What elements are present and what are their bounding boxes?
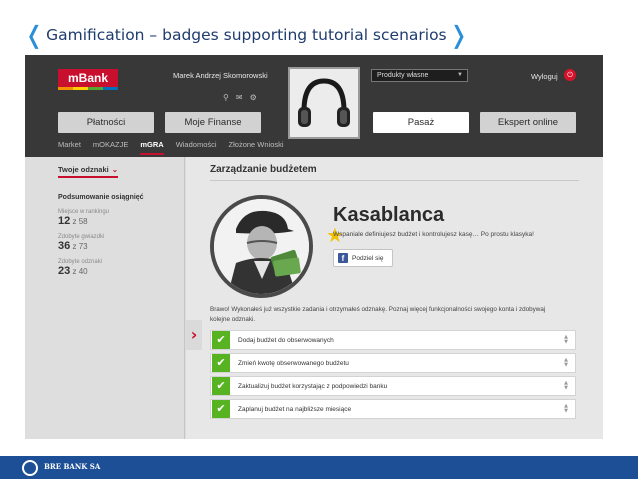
top-bar: mBank Marek Andrzej Skomorowski ⚲ ✉ ⚙ Pr… xyxy=(25,55,603,157)
stat-value: 23 xyxy=(58,265,71,277)
sidebar-header-label: Twoje odznaki xyxy=(58,165,109,174)
header-mini-icons: ⚲ ✉ ⚙ xyxy=(223,93,257,102)
nav-button-moje-finanse[interactable]: Moje Finanse xyxy=(165,112,261,133)
footer-text: BRE BANK SA xyxy=(44,462,101,471)
checkmark-icon: ✔ xyxy=(212,354,230,372)
expand-arrows-icon[interactable]: ▲ ▼ xyxy=(561,358,571,368)
subnav-item-wiadomosci[interactable]: Wiadomości xyxy=(176,140,217,155)
bre-bank-logo-icon xyxy=(22,460,38,476)
products-select[interactable]: Produkty własne ▼ xyxy=(371,69,468,82)
summary-title: Podsumowanie osiągnięć xyxy=(58,194,144,201)
task-item[interactable]: ✔ Zmień kwotę obserwowanego budżetu ▲ ▼ xyxy=(210,353,576,373)
share-label: Podziel się xyxy=(352,254,384,262)
stat-value: 12 xyxy=(58,215,71,227)
expand-arrows-icon[interactable]: ▲ ▼ xyxy=(561,404,571,414)
username: Marek Andrzej Skomorowski xyxy=(173,71,268,80)
task-item[interactable]: ✔ Zaktualizuj budżet korzystając z podpo… xyxy=(210,376,576,396)
title-divider xyxy=(210,180,579,181)
checkmark-icon: ✔ xyxy=(212,331,230,349)
slide: ❬ Gamification – badges supporting tutor… xyxy=(0,0,638,479)
expand-arrows-icon[interactable]: ▲ ▼ xyxy=(561,381,571,391)
right-bracket-icon: ❭ xyxy=(448,21,469,49)
avatar xyxy=(288,67,360,139)
stat-suffix: z 40 xyxy=(72,267,88,276)
stat-suffix: z 58 xyxy=(72,217,88,226)
sub-navigation: Market mOKAZJE mGRA Wiadomości Złożone W… xyxy=(58,140,284,155)
nav-button-platnosci[interactable]: Płatności xyxy=(58,112,154,133)
badge-description: Wspaniale definiujesz budżet i kontroluj… xyxy=(333,231,534,238)
share-button[interactable]: f Podziel się xyxy=(333,249,393,267)
logo-text: mBank xyxy=(67,71,108,85)
power-icon[interactable]: ⏻ xyxy=(564,69,576,81)
subnav-item-mokazje[interactable]: mOKAZJE xyxy=(93,140,128,155)
task-label: Zaktualizuj budżet korzystając z podpowi… xyxy=(238,382,388,390)
subnav-item-mgra[interactable]: mGRA xyxy=(140,140,164,155)
stat-ranking: Miejsce w rankingu 12 z 58 xyxy=(58,209,109,227)
main-content: Zarządzanie budżetem ★ Kasablanca Wspani… xyxy=(186,157,603,439)
task-item[interactable]: ✔ Dodaj budżet do obserwowanych ▲ ▼ xyxy=(210,330,576,350)
badge-image xyxy=(210,195,313,298)
nav-button-pasaz[interactable]: Pasaż xyxy=(373,112,469,133)
stat-value: 36 xyxy=(58,240,71,252)
products-select-value: Produkty własne xyxy=(377,72,429,79)
sidebar: Twoje odznaki ⌄ Podsumowanie osiągnięć Mi… xyxy=(25,157,185,439)
task-label: Zmień kwotę obserwowanego budżetu xyxy=(238,359,349,367)
expand-arrows-icon[interactable]: ▲ ▼ xyxy=(561,335,571,345)
sidebar-dropdown[interactable]: Twoje odznaki ⌄ xyxy=(58,165,118,178)
footer-bar: BRE BANK SA xyxy=(0,456,638,479)
badge-name: Kasablanca xyxy=(333,204,445,226)
mbank-logo[interactable]: mBank xyxy=(58,69,118,90)
stat-suffix: z 73 xyxy=(72,242,88,251)
task-label: Zaplanuj budżet na najbliższe miesiące xyxy=(238,405,352,413)
checkmark-icon: ✔ xyxy=(212,400,230,418)
subnav-item-market[interactable]: Market xyxy=(58,140,81,155)
casablanca-figure-icon xyxy=(214,199,309,294)
facebook-icon: f xyxy=(338,253,348,263)
task-item[interactable]: ✔ Zaplanuj budżet na najbliższe miesiące… xyxy=(210,399,576,419)
subnav-item-zlozone-wnioski[interactable]: Złożone Wnioski xyxy=(229,140,284,155)
headphones-icon xyxy=(290,69,358,137)
stat-value-row: 23 z 40 xyxy=(58,265,102,277)
slide-title-text: Gamification – badges supporting tutoria… xyxy=(46,26,447,44)
gear-icon[interactable]: ⚙ xyxy=(250,93,257,102)
stat-badges: Zdobyte odznaki 23 z 40 xyxy=(58,259,102,277)
nav-button-ekspert-online[interactable]: Ekspert online xyxy=(480,112,576,133)
bank-screenshot: mBank Marek Andrzej Skomorowski ⚲ ✉ ⚙ Pr… xyxy=(25,55,603,439)
logout-link[interactable]: Wyloguj xyxy=(531,72,558,81)
slide-title: ❬ Gamification – badges supporting tutor… xyxy=(22,20,471,50)
page-title: Zarządzanie budżetem xyxy=(210,164,317,175)
stat-stars: Zdobyte gwiazdki 36 z 73 xyxy=(58,234,104,252)
task-label: Dodaj budżet do obserwowanych xyxy=(238,336,334,344)
stat-value-row: 36 z 73 xyxy=(58,240,104,252)
chevron-down-icon: ⌄ xyxy=(111,165,118,174)
mail-icon[interactable]: ✉ xyxy=(236,93,243,102)
checkmark-icon: ✔ xyxy=(212,377,230,395)
stat-value-row: 12 z 58 xyxy=(58,215,109,227)
logo-stripes xyxy=(58,87,118,90)
pin-icon[interactable]: ⚲ xyxy=(223,93,229,102)
chevron-right-icon[interactable]: › xyxy=(186,320,202,350)
chevron-down-icon: ▼ xyxy=(457,72,463,78)
left-bracket-icon: ❬ xyxy=(24,21,45,49)
bravo-message: Brawo! Wykonałeś już wszystkie zadania i… xyxy=(210,306,546,323)
